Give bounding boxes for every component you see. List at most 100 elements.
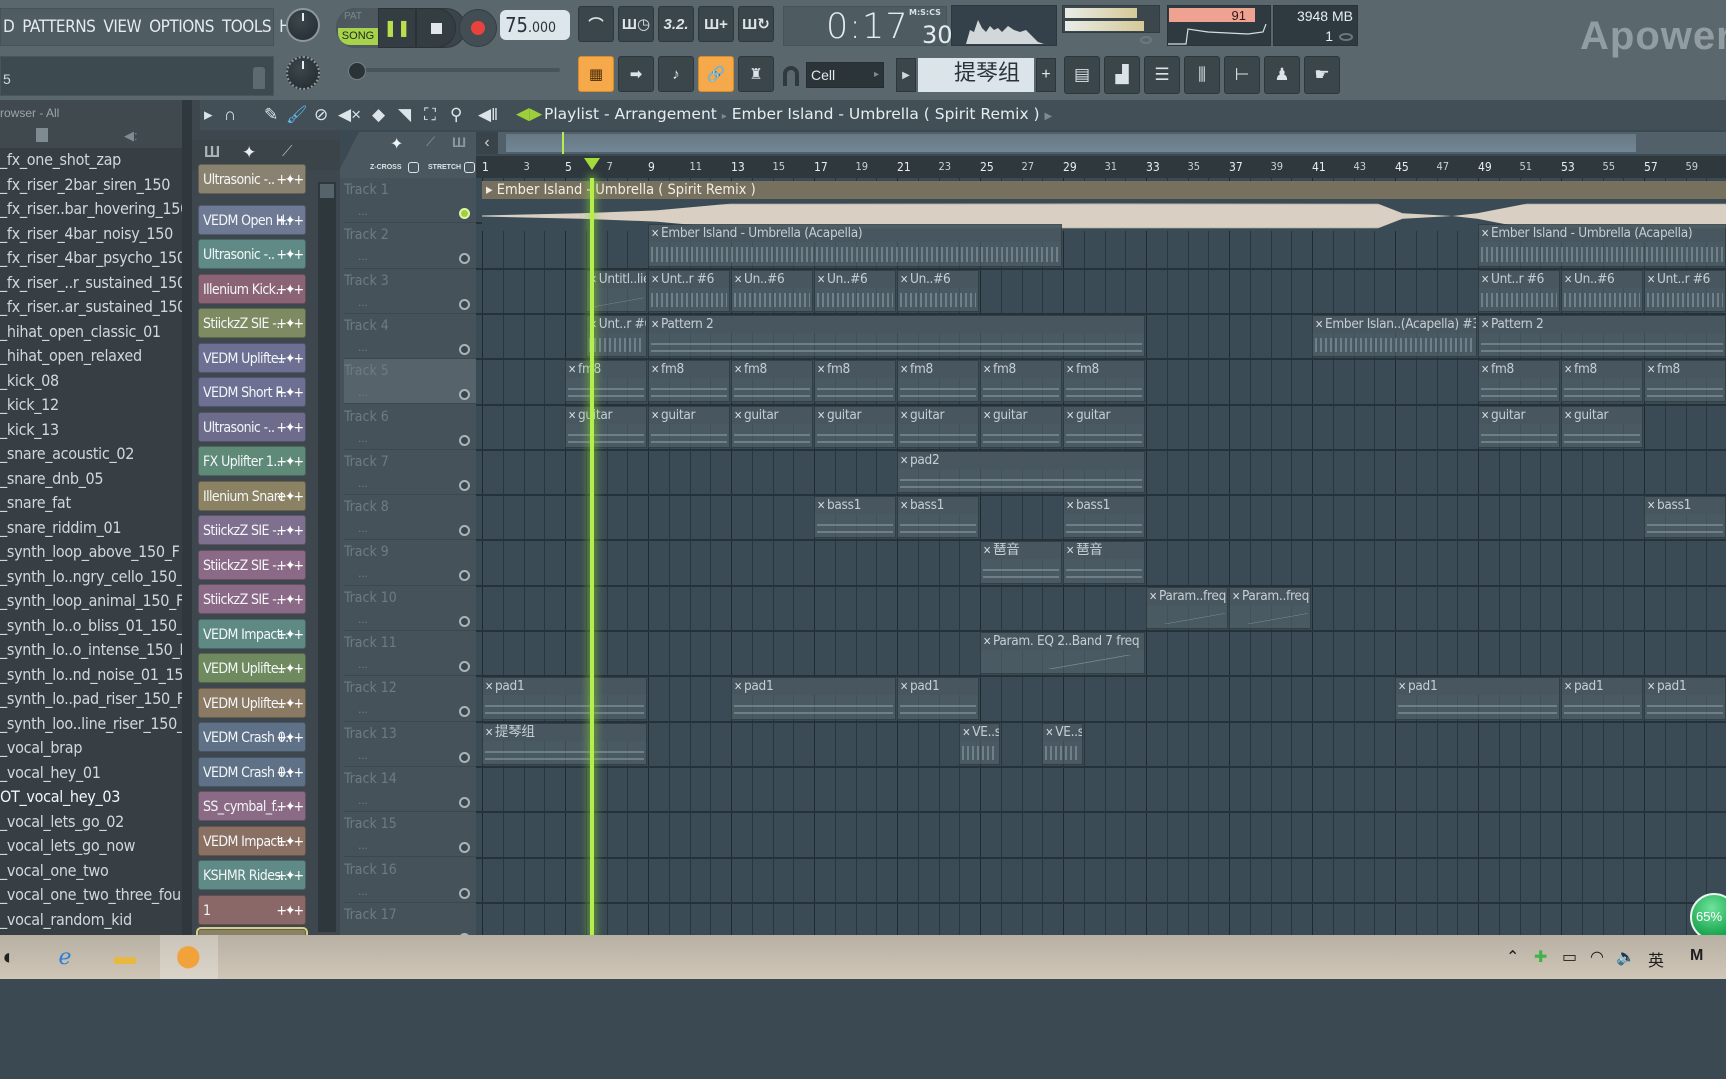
metronome-button[interactable]: ⌒ [578,6,614,42]
track-header[interactable]: Track 12... [344,676,476,722]
song-clock[interactable]: 0:17 M:S:CS 30 [783,6,953,49]
browser-item[interactable]: _snare_dnb_05 [0,467,182,492]
track-header[interactable]: Track 16... [344,858,476,903]
browser-item[interactable]: _hihat_open_relaxed [0,344,182,369]
playlist-clip[interactable]: Untitl..lier [585,269,647,312]
volume-icon[interactable]: 🔈 [1616,947,1636,967]
track-mute-led[interactable] [459,796,470,808]
playhead-marker[interactable] [583,158,600,170]
stop-button[interactable] [416,8,456,48]
loop-record-button[interactable]: Ш↻ [738,6,774,42]
playlist-clip[interactable]: fm8 [648,360,730,403]
playlist-clip[interactable]: pad1 [482,677,647,720]
track-header[interactable]: Track 14... [344,767,476,813]
playlist-clip[interactable]: Unt..r #6 [585,314,647,358]
browser-item[interactable]: _vocal_one_two_three_four [0,883,182,908]
delete-tool-icon[interactable]: ⊘ [314,105,328,125]
automation-filter-icon[interactable]: ⟋ [282,143,293,160]
scroll-up-button[interactable] [320,184,334,198]
browser-item[interactable]: _vocal_lets_go_02 [0,810,182,835]
browser-item[interactable]: _fx_riser_..r_sustained_150 [0,271,182,296]
step-edit-button[interactable]: Ш+ [698,6,734,42]
channel-button[interactable]: StiickzZ SIE -.. +✦+ [198,515,306,545]
automation-icon[interactable]: ⟋ [426,134,435,150]
track-header[interactable]: Track 7... [344,450,476,496]
browser-item[interactable]: _vocal_random_kid [0,908,182,933]
file-icon[interactable] [36,128,48,142]
track-header[interactable]: Track 3... [344,269,476,314]
playlist-clip[interactable]: guitar [1561,405,1643,448]
browser-item[interactable]: OT_vocal_hey_03 [0,785,182,810]
stretch-toggle[interactable] [464,162,475,173]
track-options[interactable]: ... [358,748,368,762]
arrow-button[interactable]: ➡ [618,56,654,92]
record-button[interactable] [459,9,497,47]
track-mute-led[interactable] [459,661,470,672]
tempo-field[interactable]: 75.000 [500,10,570,40]
playlist-clip[interactable]: fm8 [731,360,813,403]
playlist-clip[interactable]: Un..#6 [897,269,979,312]
playlist-clip[interactable]: guitar [731,405,813,448]
menu-item-tools[interactable]: TOOLS [222,17,272,37]
overview-minimap[interactable] [506,134,1636,152]
menu-item-view[interactable]: VIEW [103,17,141,37]
playlist-clip[interactable]: Unt..r #6 [1478,269,1560,312]
playlist-clip[interactable]: pad1 [731,677,896,720]
browser-window-button[interactable]: ⊢ [1224,56,1260,94]
touch-controller-button[interactable]: ☛ [1304,56,1340,94]
channel-button[interactable]: FX Uplifter 1.. +✦+ [198,446,306,476]
browser-item[interactable]: _fx_riser_2bar_siren_150 [0,173,182,198]
channel-button[interactable]: VEDM Uplifte.. +✦+ [198,342,306,373]
tray-up-icon[interactable]: ⌃ [1506,947,1519,967]
track-header[interactable]: Track 8... [344,495,476,541]
playlist-clip[interactable]: 琶音 [1063,541,1145,584]
browser-item[interactable]: _fx_riser..ar_sustained_150 [0,295,182,320]
playlist-clip[interactable]: Pattern 2 [648,314,1145,358]
playlist-clip[interactable]: pad1 [897,677,979,720]
wait-for-input-button[interactable]: Ш◷ [618,6,654,42]
playlist-clip[interactable]: fm8 [897,360,979,403]
track-options[interactable]: ... [358,612,368,626]
piano-roll-filter-icon[interactable]: Ш [204,144,220,162]
track-mute-led[interactable] [459,887,470,899]
playlist-speaker-icon[interactable]: ◀▶ [516,104,542,124]
track-mute-led[interactable] [459,253,470,265]
channel-button[interactable]: StiickzZ SIE -.. +✦+ [198,308,306,338]
channel-button[interactable]: Ultrasonic -.. +✦+ [198,164,306,194]
channel-button[interactable]: Illenium Snare +✦+ [198,480,306,511]
mixer-window-button[interactable]: ⫼ [1184,56,1220,94]
timeline-ruler[interactable]: 1 3 5 7 9 11 13 15 17 19 21 23 25 27 29 31 33 35 37 39 41 43 4… [476,156,1726,178]
audio-wave-icon[interactable]: ✦ [390,134,403,154]
browser-item[interactable]: _kick_08 [0,369,182,394]
browser-item[interactable]: _fx_riser_4bar_noisy_150 [0,222,182,247]
track-header[interactable]: Track 6... [344,405,476,450]
playlist-clip[interactable]: Param. EQ 2..Band 7 freq [980,632,1145,675]
browser-item[interactable]: _vocal_one_two [0,859,182,884]
master-knob-button[interactable]: ♜ [738,56,774,92]
menu-item-options[interactable]: OPTIONS [149,17,214,37]
countdown-button[interactable]: 3.2. [658,6,694,42]
playlist-clip[interactable]: Pattern 2 [1478,314,1726,358]
track-mute-led[interactable] [459,842,470,854]
playlist-clip[interactable]: fm8 [1478,360,1560,403]
track-header[interactable]: Track 5... [344,359,476,405]
channel-button[interactable]: VEDM Impact.. +✦+ [198,825,306,856]
playlist-clip[interactable]: bass1 [1644,496,1726,539]
zoom-tool-icon[interactable]: ⚲ [450,105,462,125]
playlist-clip[interactable]: Param..freq [1229,586,1311,629]
channel-button[interactable]: VEDM Short F.. +✦+ [198,377,306,407]
playlist-clip[interactable]: Ember Islan..(Acapella) #3 [1312,314,1477,358]
start-button[interactable]: ◐ [0,942,26,972]
taskbar-explorer[interactable]: ▬ [108,942,142,972]
menu-item-patterns[interactable]: PATTERNS [22,17,96,37]
track-mute-led[interactable] [459,208,470,219]
channel-button[interactable]: StiickzZ SIE -.. +✦+ [198,584,306,614]
browser-item[interactable]: _synth_loop_animal_150_F [0,589,182,614]
track-mute-led[interactable] [459,570,470,582]
track-options[interactable]: ... [358,793,368,807]
menu-item-add[interactable]: D [3,17,15,37]
channel-button[interactable]: 1 +✦+ [198,894,306,925]
browser-item[interactable]: _synth_lo..pad_riser_150_F [0,687,182,712]
track-mute-led[interactable] [459,389,470,401]
channel-button[interactable]: Ultrasonic -.. +✦+ [198,411,306,442]
